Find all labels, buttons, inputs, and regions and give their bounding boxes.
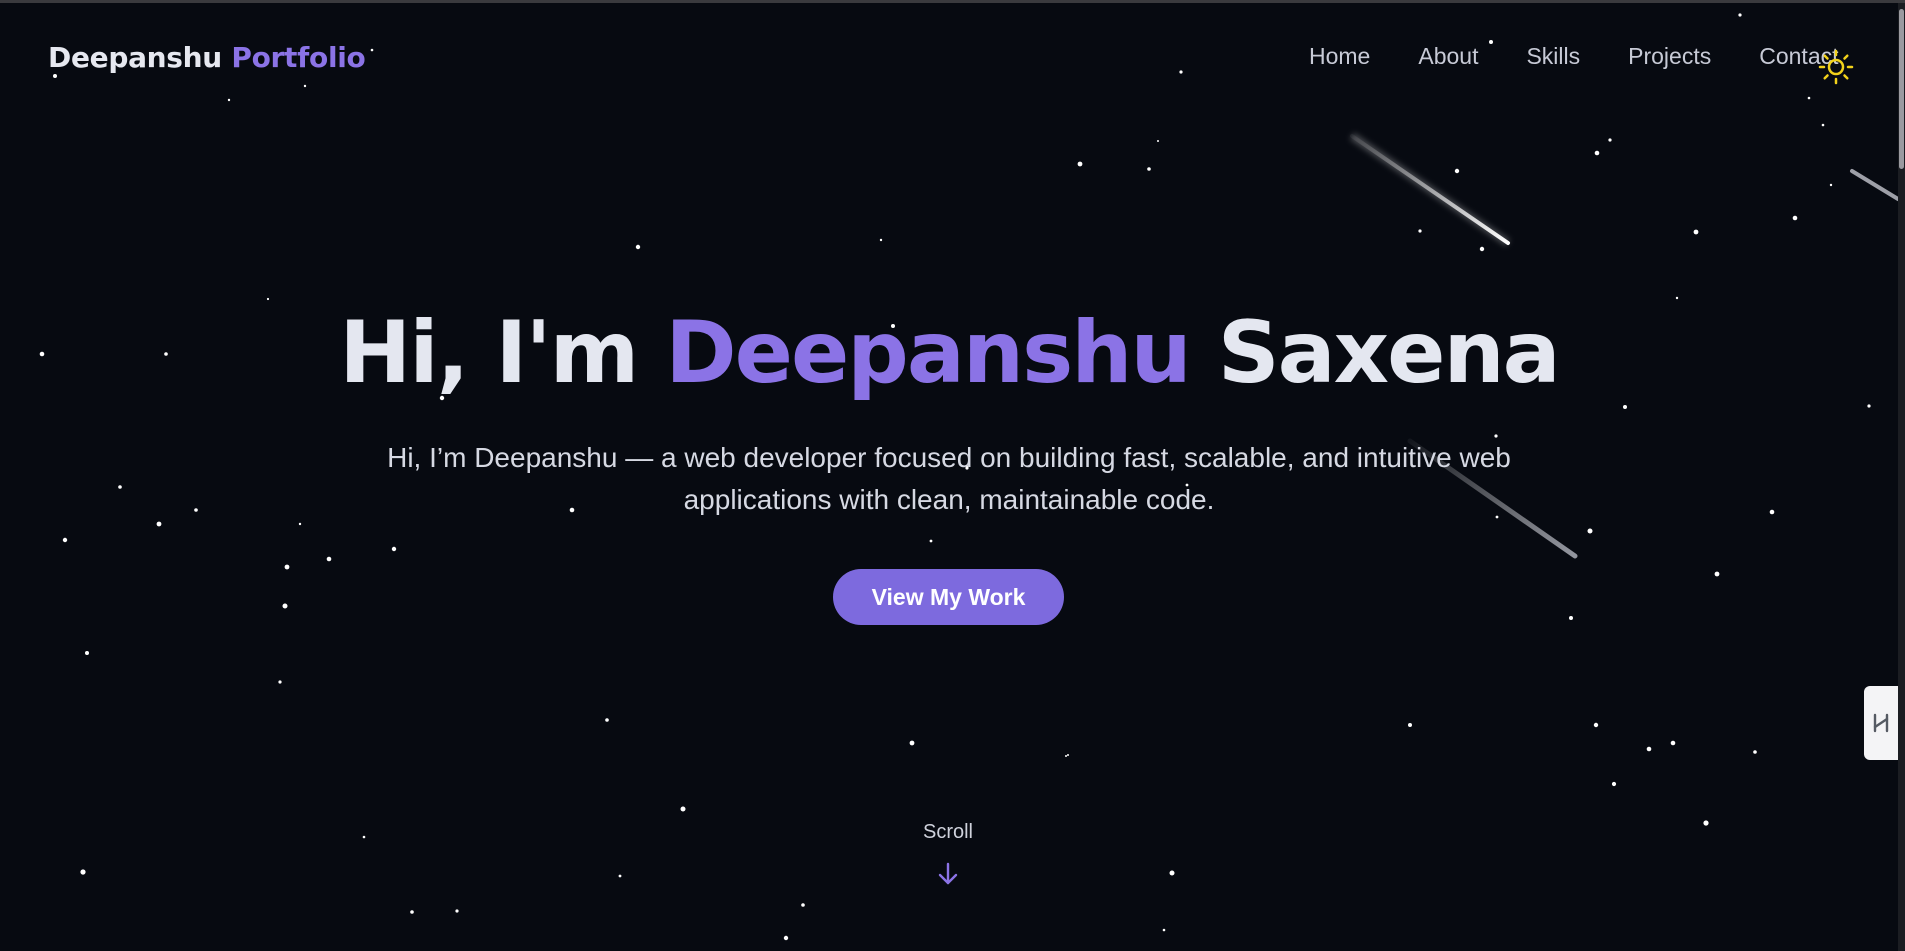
- hero-subtitle: Hi, I’m Deepanshu — a web developer focu…: [387, 442, 1511, 515]
- main-nav: Home About Skills Projects Contact: [1309, 43, 1887, 70]
- shooting-star: [1349, 132, 1511, 247]
- extension-side-tab[interactable]: [1864, 686, 1898, 760]
- scrollbar-thumb[interactable]: [1899, 9, 1904, 169]
- sun-icon[interactable]: [1818, 49, 1854, 85]
- arrow-down-icon[interactable]: [935, 861, 961, 887]
- hero-greeting: Hi, I'm: [339, 303, 639, 403]
- shooting-star: [1850, 169, 1898, 201]
- nav-link-home[interactable]: Home: [1309, 43, 1370, 70]
- page-viewport: Deepanshu Portfolio Home About Skills Pr…: [0, 3, 1898, 951]
- logo-first-word: Deepanshu: [48, 41, 222, 74]
- hero-heading: Hi, I'm Deepanshu Saxena: [0, 303, 1898, 403]
- hero-last-name: Saxena: [1217, 303, 1561, 403]
- scroll-label: Scroll: [922, 821, 973, 843]
- view-my-work-button[interactable]: View My Work: [833, 569, 1064, 625]
- nav-link-projects[interactable]: Projects: [1628, 43, 1711, 70]
- hero-first-name: Deepanshu: [665, 303, 1191, 403]
- site-logo[interactable]: Deepanshu Portfolio: [48, 41, 366, 74]
- extension-handle-icon: [1873, 713, 1889, 733]
- nav-link-about[interactable]: About: [1418, 43, 1478, 70]
- page-scrollbar[interactable]: [1898, 3, 1905, 951]
- logo-second-word: Portfolio: [231, 41, 366, 74]
- nav-link-skills[interactable]: Skills: [1526, 43, 1580, 70]
